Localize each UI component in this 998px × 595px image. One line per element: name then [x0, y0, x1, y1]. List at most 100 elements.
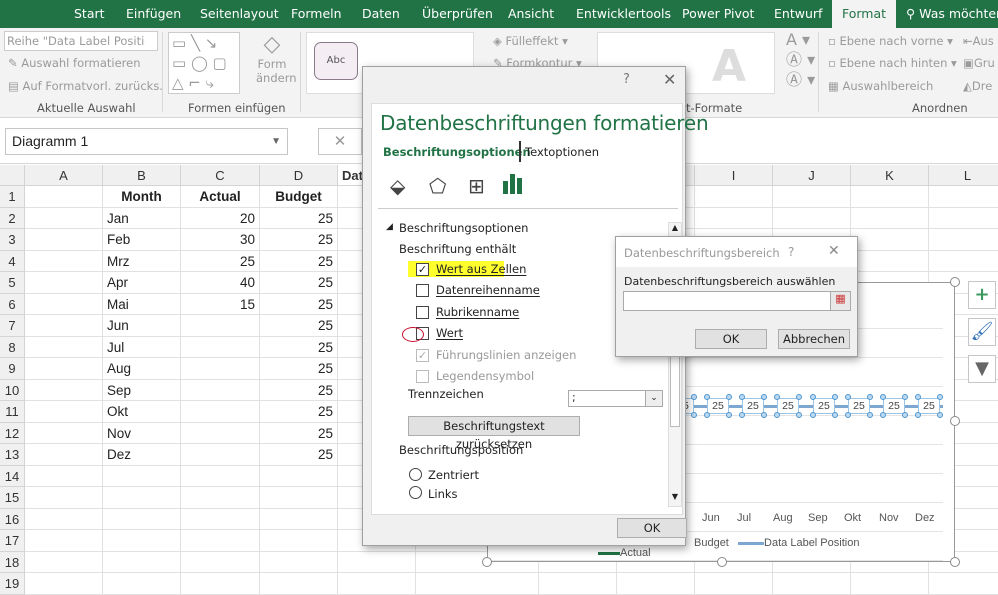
tab-daten[interactable]: Daten	[362, 0, 400, 28]
format-selection-button[interactable]: ✎ Auswahl formatieren	[8, 56, 141, 70]
cell[interactable]	[338, 573, 416, 595]
selection-dropdown[interactable]: Reihe "Data Label Position"	[4, 31, 158, 51]
cell[interactable]	[181, 530, 260, 552]
row-header-8[interactable]: 8	[0, 336, 25, 358]
section-header[interactable]: Beschriftungsoptionen	[399, 221, 528, 235]
group-button[interactable]: ▣Gru	[963, 56, 995, 70]
cell[interactable]	[929, 208, 998, 229]
column-header-B[interactable]: B	[103, 165, 181, 186]
row-header-4[interactable]: 4	[0, 250, 25, 272]
ok-button[interactable]: OK	[617, 518, 687, 538]
row-header-10[interactable]: 10	[0, 379, 25, 401]
chart-filters-button[interactable]: ▼	[968, 355, 996, 383]
row-header-13[interactable]: 13	[0, 444, 25, 466]
cell[interactable]	[773, 186, 851, 208]
tab-entwurf[interactable]: Entwurf	[774, 0, 822, 28]
tab-start[interactable]: Start	[74, 0, 105, 28]
tab-formeln[interactable]: Formeln	[291, 0, 342, 28]
cell[interactable]: 25	[260, 272, 338, 294]
label-handle[interactable]	[739, 394, 745, 400]
cell[interactable]: Sep	[103, 379, 181, 401]
tab-entwicklertools[interactable]: Entwicklertools	[576, 0, 671, 28]
checkbox-rubrikenname[interactable]	[416, 305, 429, 319]
cell[interactable]	[181, 551, 260, 573]
help-button[interactable]: ?	[788, 245, 794, 259]
cell[interactable]	[929, 573, 998, 595]
cell[interactable]: 25	[260, 379, 338, 401]
data-label[interactable]: 25	[848, 398, 870, 414]
cell[interactable]: 25	[260, 336, 338, 358]
column-header-J[interactable]: J	[773, 165, 851, 186]
cell[interactable]: 15	[181, 293, 260, 315]
text-fill-icons[interactable]: A ▾ Ⓐ ▾ Ⓐ ▾	[786, 30, 815, 90]
cell[interactable]: Jun	[103, 315, 181, 337]
fill-button[interactable]: ◈ Fülleffekt ▾	[493, 34, 568, 48]
label-handle[interactable]	[704, 394, 710, 400]
data-label[interactable]: 25	[707, 398, 729, 414]
cell[interactable]	[338, 551, 416, 573]
data-label[interactable]: 25	[918, 398, 940, 414]
label-handle[interactable]	[915, 412, 921, 418]
close-icon[interactable]: ✕	[828, 243, 840, 259]
shapes-gallery[interactable]: ▭ ╲ ↘ ▭ ◯ ▢ △ ⌐ ⤷	[168, 32, 240, 94]
column-header-I[interactable]: I	[695, 165, 773, 186]
cell[interactable]	[181, 573, 260, 595]
resize-handle[interactable]	[717, 557, 727, 567]
cell[interactable]	[25, 336, 103, 358]
cell[interactable]	[617, 573, 695, 595]
cell[interactable]	[260, 530, 338, 552]
cell[interactable]: Mrz	[103, 250, 181, 272]
checkbox-label[interactable]: Wert	[436, 326, 463, 340]
cell[interactable]	[181, 336, 260, 358]
cell[interactable]: 25	[260, 250, 338, 272]
cell[interactable]	[416, 573, 539, 595]
column-header-L[interactable]: L	[929, 165, 998, 186]
label-handle[interactable]	[796, 394, 802, 400]
label-handle[interactable]	[902, 412, 908, 418]
cell[interactable]	[695, 186, 773, 208]
tab-einfügen[interactable]: Einfügen	[126, 0, 181, 28]
label-handle[interactable]	[726, 394, 732, 400]
cell[interactable]: 25	[260, 229, 338, 251]
tab-power-pivot[interactable]: Power Pivot	[682, 0, 754, 28]
row-header-6[interactable]: 6	[0, 293, 25, 315]
cell[interactable]	[103, 487, 181, 509]
cell[interactable]: Month	[103, 186, 181, 208]
reset-style-button[interactable]: ▤ Auf Formatvorl. zurücks.	[8, 79, 163, 93]
label-handle[interactable]	[880, 394, 886, 400]
cell[interactable]	[181, 487, 260, 509]
cell[interactable]: Mai	[103, 293, 181, 315]
checkbox-label[interactable]: Datenreihenname	[436, 283, 540, 297]
cell[interactable]: 20	[181, 207, 260, 229]
cell[interactable]	[929, 229, 998, 251]
cell[interactable]: Jan	[103, 207, 181, 229]
label-handle[interactable]	[739, 412, 745, 418]
size-properties-icon[interactable]: ⊞	[468, 174, 485, 198]
label-handle[interactable]	[726, 412, 732, 418]
column-header-D[interactable]: D	[260, 165, 338, 186]
label-handle[interactable]	[761, 394, 767, 400]
cell[interactable]	[773, 573, 851, 595]
cell[interactable]: 30	[181, 229, 260, 251]
cell[interactable]	[851, 229, 929, 251]
cell[interactable]	[929, 186, 998, 208]
cell[interactable]	[181, 315, 260, 337]
cell[interactable]: Dez	[103, 444, 181, 466]
cell[interactable]	[25, 229, 103, 251]
cell[interactable]	[25, 186, 103, 208]
tab-format[interactable]: Format	[832, 0, 897, 28]
cell[interactable]	[260, 508, 338, 530]
cell[interactable]	[25, 551, 103, 573]
cell[interactable]	[181, 379, 260, 401]
cell[interactable]	[25, 444, 103, 466]
cell[interactable]: Feb	[103, 229, 181, 251]
row-header-11[interactable]: 11	[0, 401, 25, 423]
column-header-A[interactable]: A	[25, 165, 103, 186]
row-header-2[interactable]: 2	[0, 207, 25, 229]
cell[interactable]: 25	[260, 401, 338, 423]
cell[interactable]	[695, 207, 773, 229]
checkbox-label[interactable]: Rubrikenname	[436, 305, 519, 319]
range-input[interactable]: ▦	[623, 291, 851, 311]
cell[interactable]	[851, 250, 929, 272]
cell[interactable]: Budget	[260, 186, 338, 208]
